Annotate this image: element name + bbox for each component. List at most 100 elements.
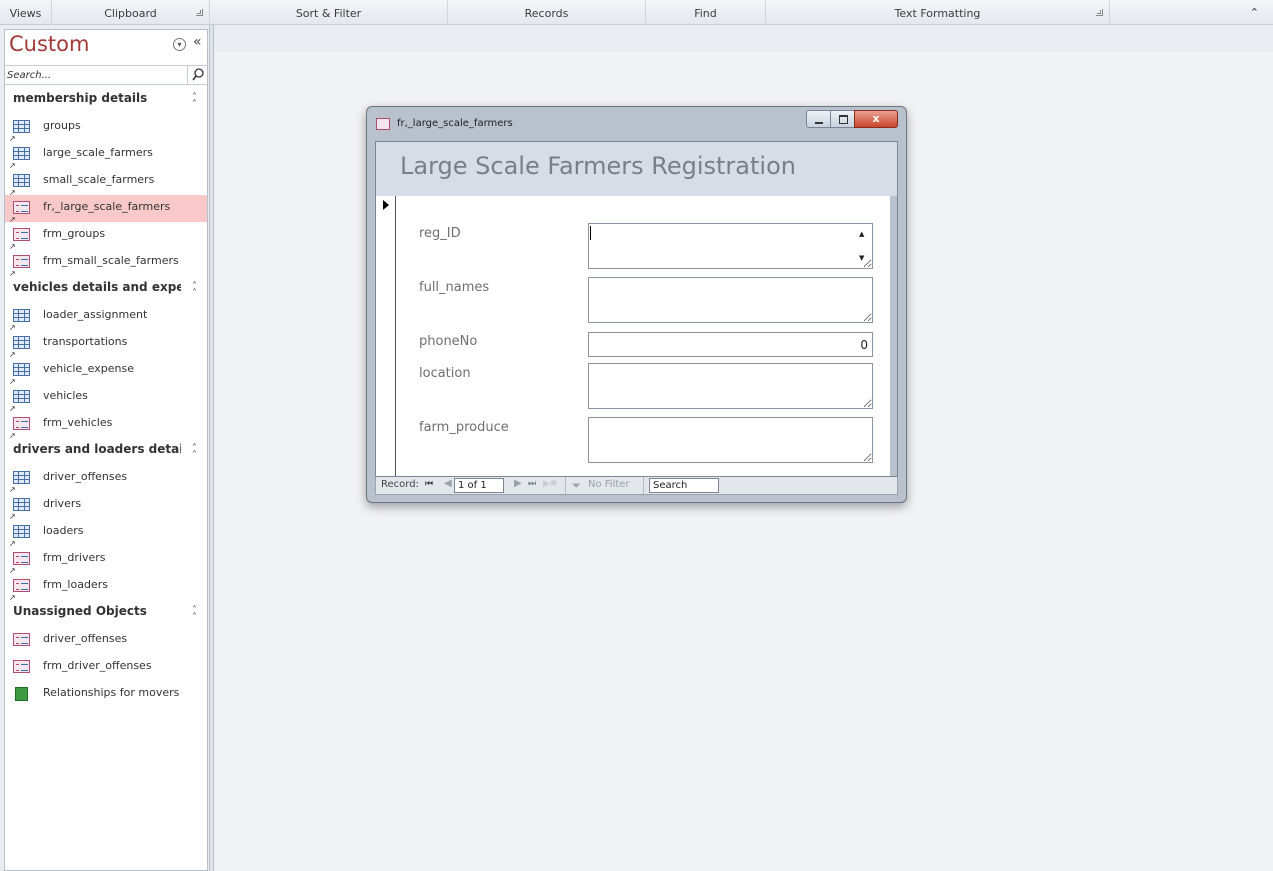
- field-scroll-arrows[interactable]: ▲ ▼: [854, 224, 871, 268]
- nav-item-label: small_scale_farmers: [43, 173, 155, 186]
- nav-item[interactable]: ↗ frm_loaders: [5, 573, 207, 602]
- nav-item[interactable]: ↗ drivers: [5, 492, 207, 521]
- ribbon-group-label: Text Formatting: [894, 7, 981, 20]
- close-button[interactable]: x: [854, 110, 898, 128]
- nav-item[interactable]: ↗ transportations: [5, 330, 207, 359]
- nav-group-header[interactable]: drivers and loaders details ˄ ˄: [5, 438, 207, 465]
- full-names-label: full_names: [419, 280, 490, 295]
- nav-item[interactable]: ↗ loader_assignment: [5, 303, 207, 332]
- minimize-button[interactable]: [806, 110, 831, 128]
- chevron-up-icon[interactable]: ⌃: [1250, 6, 1259, 19]
- collapse-group-icon[interactable]: ˄ ˄: [192, 282, 197, 299]
- nav-item-label: frm_driver_offenses: [43, 659, 152, 672]
- nav-item[interactable]: ↗ vehicle_expense: [5, 357, 207, 386]
- record-label: Record:: [381, 479, 419, 490]
- nav-group-label: Unassigned Objects: [13, 604, 147, 618]
- ribbon-group-records: Records: [448, 0, 646, 25]
- nav-group-header[interactable]: membership details ˄ ˄: [5, 87, 207, 114]
- form-window: fr,_large_scale_farmers x Large Scale Fa…: [366, 106, 907, 503]
- last-record-icon[interactable]: ⏭: [528, 479, 536, 489]
- nav-item[interactable]: ↗ loaders: [5, 519, 207, 548]
- nav-item[interactable]: driver_offenses: [5, 627, 207, 654]
- full-names-field[interactable]: [588, 277, 873, 323]
- nav-item-label: loader_assignment: [43, 308, 148, 321]
- form-icon: [13, 633, 30, 646]
- ribbon-group-label: Clipboard: [104, 7, 157, 20]
- filter-icon: ⏷: [572, 479, 581, 492]
- nav-item[interactable]: ↗ small_scale_farmers: [5, 168, 207, 197]
- nav-item-label: frm_loaders: [43, 578, 108, 591]
- nav-item-label: vehicles: [43, 389, 88, 402]
- farm-produce-label: farm_produce: [419, 420, 509, 435]
- nav-item[interactable]: ↗ large_scale_farmers: [5, 141, 207, 170]
- farm-produce-field[interactable]: [588, 417, 873, 463]
- nav-item[interactable]: ↗ vehicles: [5, 384, 207, 413]
- form-window-titlebar[interactable]: fr,_large_scale_farmers x: [367, 107, 906, 141]
- nav-item[interactable]: ↗ frm_small_scale_farmers: [5, 249, 207, 278]
- nav-item-label: frm_drivers: [43, 551, 106, 564]
- nav-search-input[interactable]: [7, 67, 185, 83]
- nav-item[interactable]: ↗ frm_vehicles: [5, 411, 207, 440]
- form-header: Large Scale Farmers Registration: [376, 142, 897, 196]
- first-record-icon[interactable]: ⏮: [425, 479, 433, 489]
- ribbon-group-label: Sort & Filter: [295, 7, 362, 20]
- maximize-button[interactable]: [830, 110, 855, 128]
- nav-pane-title[interactable]: Custom: [9, 32, 89, 56]
- nav-item-label: vehicle_expense: [43, 362, 134, 375]
- nav-item[interactable]: frm_driver_offenses: [5, 654, 207, 681]
- phone-no-field[interactable]: [588, 332, 873, 357]
- nav-group-header[interactable]: vehicles details and expe... ˄ ˄: [5, 276, 207, 303]
- nav-item[interactable]: ↗ driver_offenses: [5, 465, 207, 494]
- collapse-group-icon[interactable]: ˄ ˄: [192, 606, 197, 623]
- location-field[interactable]: [588, 363, 873, 409]
- reg-id-field[interactable]: [588, 223, 873, 269]
- nav-item-label: drivers: [43, 497, 82, 510]
- ribbon-group-sort-filter: Sort & Filter: [210, 0, 448, 25]
- divider: [565, 477, 566, 494]
- previous-record-icon[interactable]: ◀: [444, 478, 452, 489]
- dialog-launcher-icon[interactable]: [196, 9, 203, 16]
- nav-item-label: driver_offenses: [43, 470, 128, 483]
- form-window-title: fr,_large_scale_farmers: [397, 118, 513, 129]
- collapse-group-icon[interactable]: ˄ ˄: [192, 444, 197, 461]
- nav-item[interactable]: ↗ groups: [5, 114, 207, 143]
- nav-group-header[interactable]: Unassigned Objects ˄ ˄: [5, 600, 207, 627]
- nav-item-label: frm_vehicles: [43, 416, 113, 429]
- shutter-bar-close-icon[interactable]: «: [193, 34, 202, 50]
- search-icon[interactable]: [187, 66, 207, 84]
- form-icon: [376, 118, 390, 130]
- nav-menu-dropdown-icon[interactable]: ▾: [173, 38, 186, 51]
- nav-item[interactable]: ↗ frm_drivers: [5, 546, 207, 575]
- nav-item[interactable]: Relationships for movers: [5, 681, 207, 708]
- scroll-down-icon[interactable]: ▼: [859, 254, 864, 262]
- nav-group-label: membership details: [13, 91, 148, 105]
- reg-id-label: reg_ID: [419, 226, 461, 241]
- nav-item[interactable]: ↗ fr,_large_scale_farmers: [5, 195, 207, 224]
- ribbon-group-find: Find: [646, 0, 766, 25]
- scroll-up-icon[interactable]: ▲: [859, 230, 864, 238]
- dialog-launcher-icon[interactable]: [1096, 9, 1103, 16]
- current-record-box[interactable]: 1 of 1: [454, 478, 504, 493]
- nav-item-label: frm_small_scale_farmers: [43, 254, 179, 267]
- ribbon-group-text-formatting: Text Formatting: [766, 0, 1110, 25]
- next-record-icon[interactable]: ▶: [514, 478, 522, 489]
- nav-item[interactable]: ↗ frm_groups: [5, 222, 207, 251]
- collapse-group-icon[interactable]: ˄ ˄: [192, 93, 197, 110]
- form-body: Large Scale Farmers Registration reg_ID …: [375, 141, 898, 477]
- filter-toggle[interactable]: No Filter: [588, 479, 630, 490]
- ribbon-group-clipboard: Clipboard: [52, 0, 210, 25]
- current-record-arrow-icon: [383, 200, 389, 210]
- form-scrollbar[interactable]: [890, 196, 897, 476]
- divider: [643, 477, 644, 494]
- nav-item-label: driver_offenses: [43, 632, 128, 645]
- text-cursor: [590, 226, 591, 240]
- nav-item-label: Relationships for movers: [43, 686, 180, 699]
- record-navigation-bar: Record: ⏮ ◀ 1 of 1 ▶ ⏭ ▶✱ ⏷ No Filter Se…: [375, 477, 898, 495]
- record-selector[interactable]: [376, 196, 396, 476]
- nav-group-label: drivers and loaders details: [13, 442, 181, 456]
- window-controls: x: [806, 110, 898, 130]
- new-record-icon[interactable]: ▶✱: [543, 479, 557, 489]
- nav-object-list: membership details ˄ ˄ ↗ groups ↗ large_scale_…: [5, 87, 207, 708]
- nav-search-box: [5, 65, 207, 85]
- record-search-box[interactable]: Search: [649, 478, 719, 493]
